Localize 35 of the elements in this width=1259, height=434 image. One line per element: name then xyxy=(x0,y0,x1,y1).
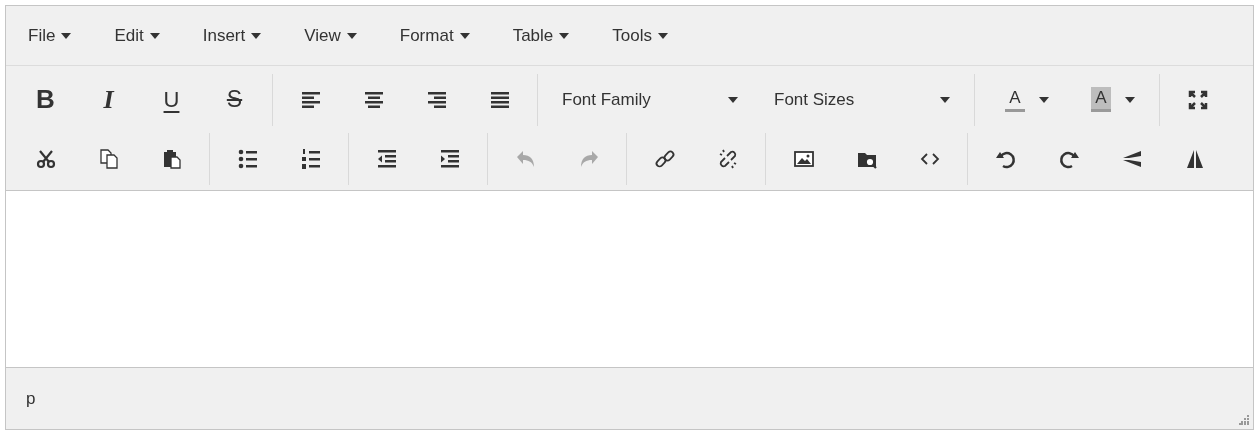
numbered-list-icon xyxy=(299,147,322,170)
caret-icon xyxy=(728,96,738,103)
caret-icon xyxy=(149,32,160,39)
menu-button[interactable]: File xyxy=(20,15,80,56)
copy-icon xyxy=(97,147,120,170)
bullet-list-icon xyxy=(236,147,259,170)
link-icon xyxy=(653,147,676,170)
outdent-icon xyxy=(375,147,398,170)
caret-icon xyxy=(657,32,668,39)
text-color-button[interactable]: A xyxy=(981,75,1067,124)
caret-icon xyxy=(1124,96,1135,103)
resize-handle-icon[interactable] xyxy=(1239,415,1249,425)
menu-button[interactable]: Table xyxy=(504,15,578,56)
strikethrough-button[interactable]: S xyxy=(203,75,266,124)
fullscreen-icon xyxy=(1186,88,1209,111)
menu-button[interactable]: View xyxy=(296,15,365,56)
underline-button[interactable]: U xyxy=(140,75,203,124)
highlight-color-button[interactable]: A xyxy=(1067,75,1153,124)
caret-icon xyxy=(459,32,470,39)
font-dropdown[interactable]: Font Sizes xyxy=(756,75,968,124)
font-dropdown[interactable]: Font Family xyxy=(544,75,756,124)
menu-button[interactable]: Edit xyxy=(106,15,168,56)
menu-button[interactable]: Insert xyxy=(194,15,270,56)
caret-icon xyxy=(1038,96,1049,103)
italic-button[interactable]: I xyxy=(77,75,140,124)
caret-icon xyxy=(559,32,570,39)
caret-icon xyxy=(251,32,262,39)
menu-button[interactable]: Format xyxy=(391,15,478,56)
element-path[interactable]: p xyxy=(26,385,36,412)
menu-button[interactable]: Tools xyxy=(604,15,676,56)
indent-icon xyxy=(438,147,461,170)
caret-icon xyxy=(346,32,357,39)
caret-icon xyxy=(940,96,950,103)
bold-button[interactable]: B xyxy=(14,75,77,124)
caret-icon xyxy=(61,32,72,39)
